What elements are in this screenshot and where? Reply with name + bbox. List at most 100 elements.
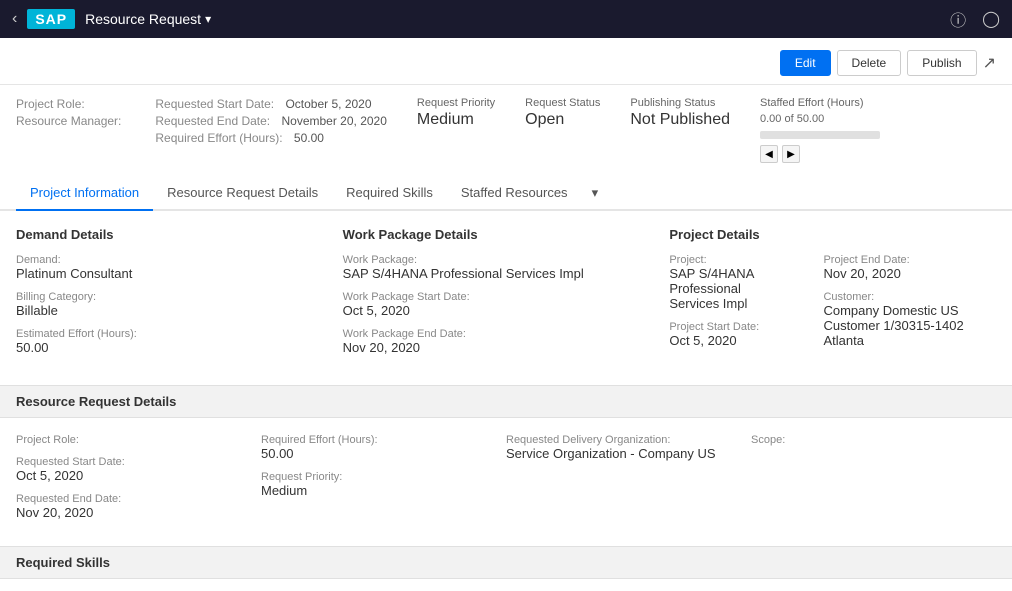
effort-controls: ◀ ▶ <box>760 145 880 163</box>
info-project-role: Project Role: Resource Manager: <box>16 97 125 128</box>
tab-required-skills[interactable]: Required Skills <box>332 177 447 211</box>
work-package-value: SAP S/4HANA Professional Services Impl <box>343 266 650 281</box>
dropdown-arrow-icon[interactable]: ▾ <box>205 12 211 26</box>
tab-staffed-resources[interactable]: Staffed Resources <box>447 177 582 211</box>
project-details-right: Project End Date: Nov 20, 2020 Customer:… <box>823 254 976 358</box>
billing-category-value: Billable <box>16 303 323 318</box>
req-start-value: October 5, 2020 <box>285 97 371 111</box>
info-group-status: Request Status Open <box>525 97 600 129</box>
rrd-delivery-org-value: Service Organization - Company US <box>506 446 731 461</box>
info-row: Project Role: Resource Manager: Requeste… <box>0 85 1012 163</box>
work-package-details-title: Work Package Details <box>343 227 650 242</box>
rrd-col1: Project Role: Requested Start Date: Oct … <box>16 434 261 530</box>
req-end-label: Requested End Date: <box>155 114 270 128</box>
staffed-effort-group: Staffed Effort (Hours) 0.00 of 50.00 ◀ ▶ <box>760 97 880 163</box>
info-dates: Requested Start Date: October 5, 2020 Re… <box>155 97 387 145</box>
resource-request-section-divider: Resource Request Details <box>0 385 1012 418</box>
rrd-project-role-field: Project Role: <box>16 434 241 446</box>
user-icon[interactable]: ◯ <box>982 9 1000 29</box>
req-effort-value: 50.00 <box>294 131 324 145</box>
rrd-priority-label: Request Priority: <box>261 471 486 483</box>
estimated-effort-value: 50.00 <box>16 340 323 355</box>
main-content: Edit Delete Publish ↗ Project Role: Reso… <box>0 38 1012 591</box>
req-start-label: Requested Start Date: <box>155 97 274 111</box>
project-value: SAP S/4HANA Professional Services Impl <box>669 266 783 311</box>
resource-manager-label: Resource Manager: <box>16 114 121 128</box>
estimated-effort-label: Estimated Effort (Hours): <box>16 328 323 340</box>
rrd-col3: Requested Delivery Organization: Service… <box>506 434 751 530</box>
tab-project-information[interactable]: Project Information <box>16 177 153 211</box>
header-title: Resource Request ▾ <box>85 11 211 27</box>
work-package-end-label: Work Package End Date: <box>343 328 650 340</box>
rrd-scope-field: Scope: <box>751 434 976 446</box>
rrd-project-role-label: Project Role: <box>16 434 241 446</box>
rrd-effort-field: Required Effort (Hours): 50.00 <box>261 434 486 461</box>
request-priority-value: Medium <box>417 111 495 129</box>
scrollable-area[interactable]: Edit Delete Publish ↗ Project Role: Reso… <box>0 38 1012 591</box>
content-area: Demand Details Demand: Platinum Consulta… <box>0 211 1012 591</box>
rrd-details-grid: Project Role: Requested Start Date: Oct … <box>16 434 996 530</box>
tabs-bar: Project Information Resource Request Det… <box>0 177 1012 211</box>
rrd-priority-field: Request Priority: Medium <box>261 471 486 498</box>
project-end-field: Project End Date: Nov 20, 2020 <box>823 254 976 281</box>
customer-label: Customer: <box>823 291 976 303</box>
req-effort-label: Required Effort (Hours): <box>155 131 282 145</box>
project-start-label: Project Start Date: <box>669 321 783 333</box>
work-package-label: Work Package: <box>343 254 650 266</box>
header-right: ⓘ ◯ <box>950 7 1000 31</box>
demand-details-title: Demand Details <box>16 227 323 242</box>
work-package-end-value: Nov 20, 2020 <box>343 340 650 355</box>
project-label: Project: <box>669 254 783 266</box>
rrd-delivery-org-label: Requested Delivery Organization: <box>506 434 731 446</box>
request-status-label: Request Status <box>525 97 600 109</box>
export-button[interactable]: ↗ <box>983 50 996 76</box>
work-package-end-field: Work Package End Date: Nov 20, 2020 <box>343 328 650 355</box>
help-icon[interactable]: ⓘ <box>950 7 966 31</box>
billing-category-label: Billing Category: <box>16 291 323 303</box>
project-field: Project: SAP S/4HANA Professional Servic… <box>669 254 783 311</box>
customer-value: Company Domestic US Customer 1/30315-140… <box>823 303 976 348</box>
back-button[interactable]: ‹ <box>12 10 17 28</box>
info-group-publishing: Publishing Status Not Published <box>630 97 730 129</box>
publishing-status-label: Publishing Status <box>630 97 730 109</box>
work-package-start-label: Work Package Start Date: <box>343 291 650 303</box>
tabs-more-button[interactable]: ▾ <box>582 177 609 209</box>
info-group-priority: Request Priority Medium <box>417 97 495 129</box>
rrd-start-value: Oct 5, 2020 <box>16 468 241 483</box>
staffed-effort-value: 0.00 of 50.00 <box>760 113 880 125</box>
request-status-value: Open <box>525 111 600 129</box>
required-skills-section-title: Required Skills <box>16 555 110 570</box>
work-package-start-value: Oct 5, 2020 <box>343 303 650 318</box>
project-start-field: Project Start Date: Oct 5, 2020 <box>669 321 783 348</box>
customer-field: Customer: Company Domestic US Customer 1… <box>823 291 976 348</box>
demand-field: Demand: Platinum Consultant <box>16 254 323 281</box>
effort-increase-button[interactable]: ▶ <box>782 145 800 163</box>
demand-details-column: Demand Details Demand: Platinum Consulta… <box>16 227 343 365</box>
estimated-effort-field: Estimated Effort (Hours): 50.00 <box>16 328 323 355</box>
staffed-effort-label: Staffed Effort (Hours) <box>760 97 880 109</box>
publish-button[interactable]: Publish <box>907 50 976 76</box>
work-package-field: Work Package: SAP S/4HANA Professional S… <box>343 254 650 281</box>
required-skills-section-divider: Required Skills <box>0 546 1012 579</box>
project-end-label: Project End Date: <box>823 254 976 266</box>
rrd-priority-value: Medium <box>261 483 486 498</box>
delete-button[interactable]: Delete <box>837 50 902 76</box>
rrd-start-field: Requested Start Date: Oct 5, 2020 <box>16 456 241 483</box>
export-icon: ↗ <box>983 55 996 72</box>
edit-button[interactable]: Edit <box>780 50 831 76</box>
project-end-value: Nov 20, 2020 <box>823 266 976 281</box>
rrd-scope-label: Scope: <box>751 434 976 446</box>
rrd-col4: Scope: <box>751 434 996 530</box>
rrd-effort-value: 50.00 <box>261 446 486 461</box>
billing-category-field: Billing Category: Billable <box>16 291 323 318</box>
effort-decrease-button[interactable]: ◀ <box>760 145 778 163</box>
tab-resource-request-details[interactable]: Resource Request Details <box>153 177 332 211</box>
rrd-end-field: Requested End Date: Nov 20, 2020 <box>16 493 241 520</box>
demand-label: Demand: <box>16 254 323 266</box>
project-details-row: Project: SAP S/4HANA Professional Servic… <box>669 254 976 358</box>
effort-bar-container <box>760 131 880 139</box>
project-details-left: Project: SAP S/4HANA Professional Servic… <box>669 254 783 358</box>
sap-logo: SAP <box>27 9 75 29</box>
project-details-title: Project Details <box>669 227 976 242</box>
page-title-text: Resource Request <box>85 11 201 27</box>
